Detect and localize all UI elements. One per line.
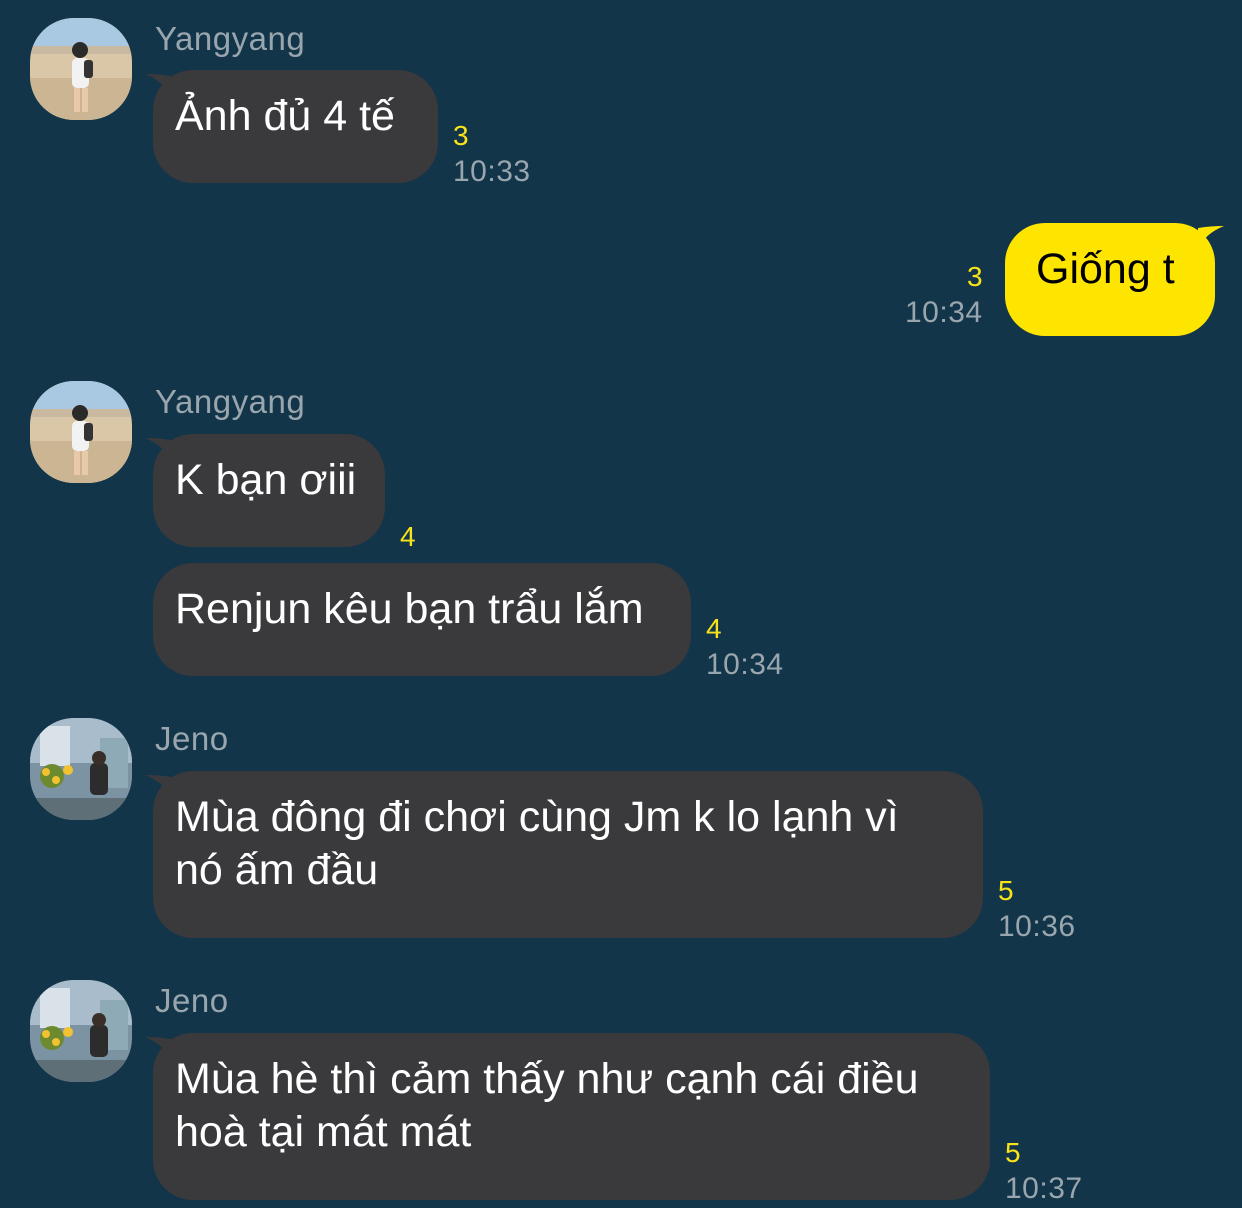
sender-name: Yangyang	[155, 20, 306, 57]
message-text-line: Mùa hè thì cảm thấy như cạnh cái điều	[175, 1055, 919, 1103]
unread-count: 4	[400, 521, 416, 552]
unread-count: 3	[453, 120, 469, 151]
unread-count: 3	[967, 261, 983, 292]
jeno-avatar[interactable]	[30, 980, 132, 1082]
message-bubble[interactable]: Ảnh đủ 4 tế	[153, 70, 438, 183]
message-bubble[interactable]: Mùa hè thì cảm thấy như cạnh cái điều ho…	[153, 1033, 990, 1200]
message-text-line: Mùa đông đi chơi cùng Jm k lo lạnh vì	[175, 793, 899, 841]
message-text: Renjun kêu bạn trẩu lắm	[175, 585, 644, 633]
message-time: 10:33	[453, 155, 531, 188]
message-time: 10:34	[706, 648, 784, 681]
message-text: Ảnh đủ 4 tế	[175, 92, 395, 140]
message-text-line: nó ấm đầu	[175, 846, 379, 894]
bubble-tail	[1198, 226, 1224, 250]
jeno-avatar[interactable]	[30, 718, 132, 820]
sender-name: Jeno	[155, 720, 229, 757]
message-text: K bạn ơiii	[175, 456, 357, 504]
unread-count: 5	[998, 875, 1014, 906]
unread-count: 5	[1005, 1137, 1021, 1168]
sender-name: Jeno	[155, 982, 229, 1019]
yangyang-avatar[interactable]	[30, 18, 132, 120]
sender-name: Yangyang	[155, 383, 306, 420]
yangyang-avatar[interactable]	[30, 381, 132, 483]
message-bubble[interactable]: K bạn ơiii	[153, 434, 385, 547]
chat-message-list[interactable]: Yangyang Ảnh đủ 4 tế 3 10:33 3 10:34 Giố…	[0, 0, 1242, 1208]
unread-count: 4	[706, 613, 722, 644]
message-time: 10:36	[998, 910, 1076, 943]
message-bubble[interactable]: Renjun kêu bạn trẩu lắm	[153, 563, 691, 676]
message-text: Giống t	[1036, 245, 1175, 293]
message-time: 10:34	[905, 296, 983, 329]
message-text-line: hoà tại mát mát	[175, 1108, 472, 1156]
my-message-bubble[interactable]: Giống t	[1005, 223, 1215, 336]
message-bubble[interactable]: Mùa đông đi chơi cùng Jm k lo lạnh vì nó…	[153, 771, 983, 938]
message-time: 10:37	[1005, 1172, 1083, 1205]
